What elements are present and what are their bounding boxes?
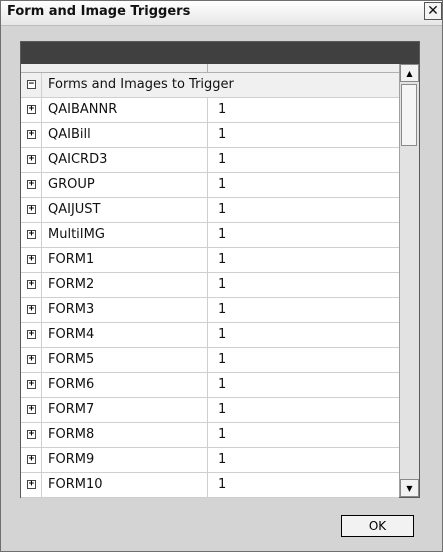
collapse-icon[interactable]: − [27,80,36,89]
expand-icon[interactable]: + [27,480,36,489]
table-row[interactable]: + FORM3 1 [21,298,399,323]
row-value: 1 [218,202,227,217]
row-name: FORM3 [48,302,95,317]
window-title: Form and Image Triggers [7,4,191,19]
table-row[interactable]: + QAIJUST 1 [21,198,399,223]
row-name: FORM4 [48,327,95,342]
expand-icon[interactable]: + [27,305,36,314]
table-row[interactable]: + QAIBill 1 [21,123,399,148]
row-value: 1 [218,427,227,442]
row-name: FORM1 [48,252,95,267]
row-value: 1 [218,227,227,242]
expand-icon[interactable]: + [27,105,36,114]
column-header-name[interactable] [21,64,208,72]
row-value: 1 [218,127,227,142]
row-name: FORM10 [48,477,103,492]
row-value: 1 [218,352,227,367]
table-row[interactable]: + MultiIMG 1 [21,223,399,248]
row-name: QAIJUST [48,202,101,217]
table-row[interactable]: + FORM8 1 [21,423,399,448]
expand-icon[interactable]: + [27,330,36,339]
expand-icon[interactable]: + [27,280,36,289]
row-value: 1 [218,252,227,267]
row-value: 1 [218,477,227,492]
table-row[interactable]: + FORM7 1 [21,398,399,423]
row-name: QAIBill [48,127,91,142]
close-icon: ✕ [427,3,439,19]
row-name: GROUP [48,177,95,192]
expand-icon[interactable]: + [27,130,36,139]
expand-icon[interactable]: + [27,255,36,264]
scroll-up-button[interactable]: ▲ [400,64,419,82]
row-value: 1 [218,177,227,192]
table-row[interactable]: + FORM9 1 [21,448,399,473]
table-row[interactable]: + FORM5 1 [21,348,399,373]
expand-icon[interactable]: + [27,380,36,389]
table-row[interactable]: + FORM6 1 [21,373,399,398]
scroll-down-button[interactable]: ▼ [400,479,419,497]
row-name: FORM8 [48,427,95,442]
row-name: QAICRD3 [48,152,108,167]
row-name: FORM6 [48,377,95,392]
row-value: 1 [218,277,227,292]
table-row[interactable]: + QAIBANNR 1 [21,98,399,123]
expand-icon[interactable]: + [27,355,36,364]
row-value: 1 [218,377,227,392]
row-name: MultiIMG [48,227,105,242]
group-label: Forms and Images to Trigger [48,77,234,92]
table-row[interactable]: + QAICRD3 1 [21,148,399,173]
grid-header-bar [21,42,419,65]
expand-icon[interactable]: + [27,405,36,414]
row-value: 1 [218,402,227,417]
expand-icon[interactable]: + [27,455,36,464]
row-name: FORM9 [48,452,95,467]
table-row[interactable]: + GROUP 1 [21,173,399,198]
title-bar[interactable]: Form and Image Triggers ✕ [1,1,442,26]
vertical-scrollbar[interactable]: ▲ ▼ [399,64,419,497]
expand-icon[interactable]: + [27,205,36,214]
row-value: 1 [218,302,227,317]
scroll-thumb[interactable] [401,84,417,146]
row-value: 1 [218,152,227,167]
row-value: 1 [218,327,227,342]
group-row[interactable]: − Forms and Images to Trigger [21,73,399,98]
arrow-up-icon: ▲ [406,68,413,78]
close-button[interactable]: ✕ [424,2,442,20]
column-header-row [21,64,399,73]
expand-icon[interactable]: + [27,155,36,164]
row-name: QAIBANNR [48,102,118,117]
grid-rows: − Forms and Images to Trigger + QAIBANNR 1… [21,73,399,498]
table-row[interactable]: + FORM10 1 [21,473,399,498]
expand-icon[interactable]: + [27,230,36,239]
row-name: FORM7 [48,402,95,417]
arrow-down-icon: ▼ [406,483,413,493]
expand-icon[interactable]: + [27,180,36,189]
table-row[interactable]: + FORM1 1 [21,248,399,273]
expand-icon[interactable]: + [27,430,36,439]
row-value: 1 [218,452,227,467]
row-value: 1 [218,102,227,117]
row-name: FORM5 [48,352,95,367]
form-image-triggers-dialog: Form and Image Triggers ✕ − Forms and Im… [0,0,443,552]
table-row[interactable]: + FORM2 1 [21,273,399,298]
ok-label: OK [368,519,387,533]
trigger-grid: − Forms and Images to Trigger + QAIBANNR 1… [20,41,420,498]
table-row[interactable]: + FORM4 1 [21,323,399,348]
row-name: FORM2 [48,277,95,292]
ok-button[interactable]: OK [341,515,414,537]
